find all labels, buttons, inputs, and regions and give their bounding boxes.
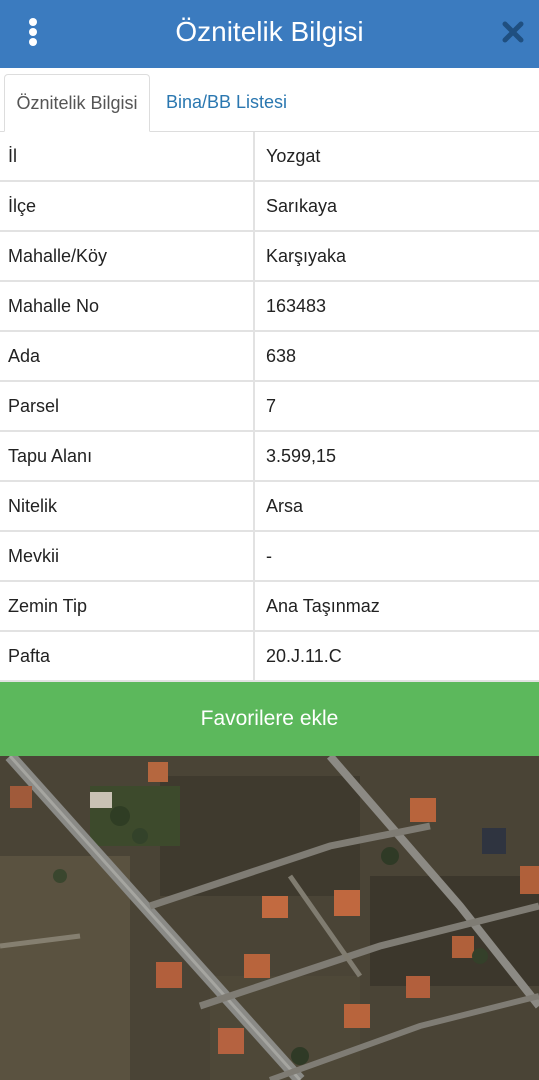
tab-building-list[interactable]: Bina/BB Listesi bbox=[166, 74, 287, 131]
table-row: Mahalle No 163483 bbox=[0, 282, 539, 332]
vertical-dots-icon bbox=[29, 38, 37, 46]
table-row: İlçe Sarıkaya bbox=[0, 182, 539, 232]
attribute-table: İl Yozgat İlçe Sarıkaya Mahalle/Köy Karş… bbox=[0, 132, 539, 682]
column-divider bbox=[253, 232, 255, 280]
close-button[interactable] bbox=[501, 18, 525, 46]
app-header: Öznitelik Bilgisi bbox=[0, 0, 539, 68]
attribute-key: Zemin Tip bbox=[8, 596, 88, 616]
attribute-key: Nitelik bbox=[8, 496, 58, 516]
add-to-favorites-button[interactable]: Favorilere ekle bbox=[0, 682, 539, 756]
attribute-key: Ada bbox=[8, 346, 41, 366]
attribute-key: İlçe bbox=[8, 196, 37, 216]
attribute-value: 20.J.11.C bbox=[266, 646, 342, 666]
table-row: Tapu Alanı 3.599,15 bbox=[0, 432, 539, 482]
attribute-value: Ana Taşınmaz bbox=[266, 596, 380, 616]
attribute-value: Arsa bbox=[266, 496, 304, 516]
column-divider bbox=[253, 382, 255, 430]
attribute-key: Pafta bbox=[8, 646, 51, 666]
column-divider bbox=[253, 182, 255, 230]
column-divider bbox=[253, 332, 255, 380]
attribute-value: Sarıkaya bbox=[266, 196, 338, 216]
column-divider bbox=[253, 282, 255, 330]
column-divider bbox=[253, 582, 255, 630]
attribute-value: - bbox=[266, 546, 272, 566]
vertical-dots-icon bbox=[29, 28, 37, 36]
more-options-button[interactable] bbox=[20, 14, 46, 50]
column-divider bbox=[253, 132, 255, 180]
attribute-value: Yozgat bbox=[266, 146, 321, 166]
table-row: Mahalle/Köy Karşıyaka bbox=[0, 232, 539, 282]
table-row: Zemin Tip Ana Taşınmaz bbox=[0, 582, 539, 632]
attribute-value: 7 bbox=[266, 396, 277, 416]
attribute-value: 3.599,15 bbox=[266, 446, 337, 466]
table-row: Mevkii - bbox=[0, 532, 539, 582]
satellite-map[interactable] bbox=[0, 756, 539, 1080]
satellite-imagery bbox=[0, 756, 539, 1080]
table-row: Nitelik Arsa bbox=[0, 482, 539, 532]
attribute-key: İl bbox=[8, 146, 17, 166]
column-divider bbox=[253, 532, 255, 580]
attribute-key: Mevkii bbox=[8, 546, 60, 566]
column-divider bbox=[253, 432, 255, 480]
table-row: Pafta 20.J.11.C bbox=[0, 632, 539, 682]
attribute-key: Tapu Alanı bbox=[8, 446, 93, 466]
tab-bar: Öznitelik Bilgisi Bina/BB Listesi bbox=[0, 68, 539, 132]
attribute-value: 163483 bbox=[266, 296, 327, 316]
column-divider bbox=[253, 482, 255, 530]
table-row: Parsel 7 bbox=[0, 382, 539, 432]
tab-attribute-info[interactable]: Öznitelik Bilgisi bbox=[4, 74, 150, 132]
attribute-value: Karşıyaka bbox=[266, 246, 347, 266]
attribute-key: Mahalle No bbox=[8, 296, 100, 316]
attribute-key: Mahalle/Köy bbox=[8, 246, 108, 266]
attribute-value: 638 bbox=[266, 346, 297, 366]
close-icon bbox=[502, 21, 524, 43]
column-divider bbox=[253, 632, 255, 680]
vertical-dots-icon bbox=[29, 18, 37, 26]
table-row: Ada 638 bbox=[0, 332, 539, 382]
attribute-key: Parsel bbox=[8, 396, 60, 416]
page-title: Öznitelik Bilgisi bbox=[175, 16, 364, 47]
table-row: İl Yozgat bbox=[0, 132, 539, 182]
